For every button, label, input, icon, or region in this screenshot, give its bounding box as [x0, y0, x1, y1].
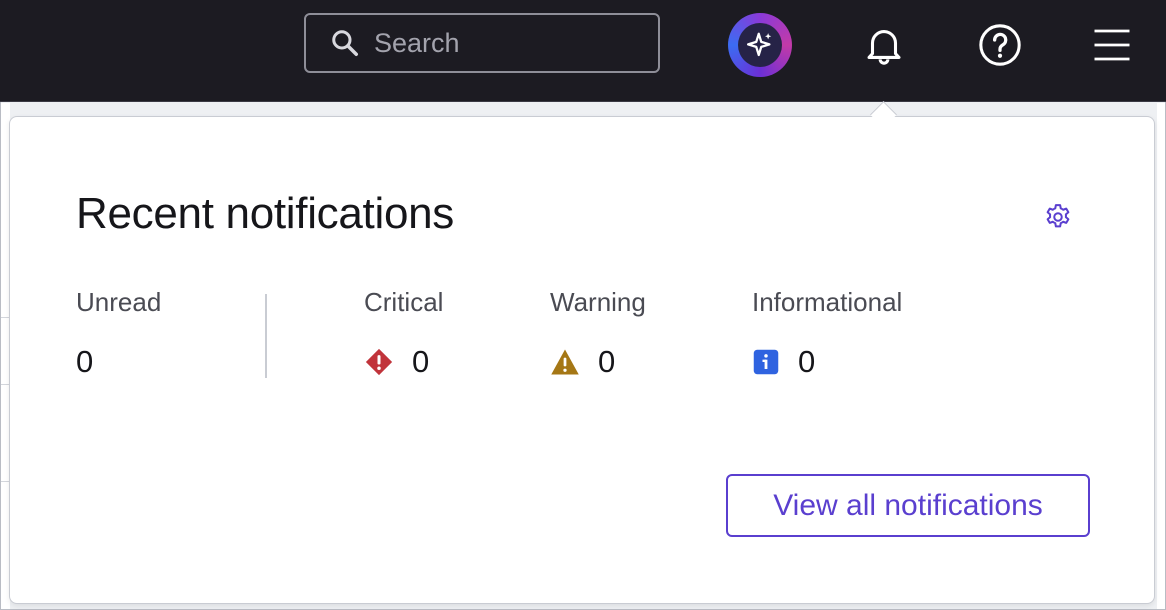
search-icon: [332, 30, 358, 56]
warning-triangle-icon: [550, 348, 580, 376]
warning-count: 0: [598, 344, 616, 379]
critical-count: 0: [412, 344, 430, 379]
stats-divider: [265, 294, 267, 378]
ai-assistant-button[interactable]: [728, 13, 792, 77]
search-box[interactable]: [304, 13, 660, 73]
critical-diamond-icon: [364, 347, 394, 377]
help-icon: [979, 24, 1021, 66]
hamburger-menu-icon: [1094, 29, 1130, 61]
unread-label: Unread: [76, 287, 162, 317]
informational-stat: Informational 0: [752, 287, 902, 380]
notifications-button[interactable]: [852, 13, 916, 77]
background-page: [1157, 103, 1165, 609]
unread-count: 0: [76, 344, 94, 379]
top-navigation-bar: [0, 0, 1166, 102]
critical-stat: Critical 0: [364, 287, 443, 380]
info-square-icon: [752, 348, 780, 376]
informational-count: 0: [798, 344, 816, 379]
warning-label: Warning: [550, 287, 646, 317]
notifications-popover: Recent notifications Unread 0 Critical 0: [9, 116, 1155, 604]
view-all-notifications-button[interactable]: View all notifications: [726, 474, 1090, 537]
gear-icon: [1046, 204, 1070, 228]
main-menu-button[interactable]: [1080, 13, 1144, 77]
bell-icon: [867, 30, 901, 65]
notification-settings-button[interactable]: [1040, 199, 1076, 235]
unread-stat: Unread 0: [76, 287, 161, 380]
popover-title: Recent notifications: [76, 189, 454, 238]
ai-sparkle-icon: [747, 32, 772, 57]
help-button[interactable]: [968, 13, 1032, 77]
informational-label: Informational: [752, 287, 903, 317]
critical-label: Critical: [364, 287, 444, 317]
warning-stat: Warning 0: [550, 287, 646, 380]
search-input[interactable]: [372, 26, 636, 60]
